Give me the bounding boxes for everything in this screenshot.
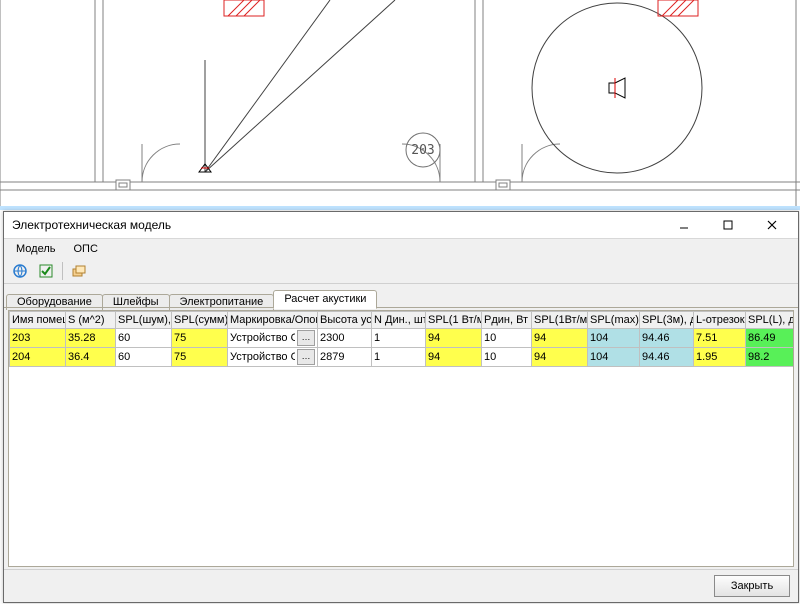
- titlebar: Электротехническая модель: [4, 212, 798, 239]
- cell[interactable]: Устройство ОПС …: [228, 329, 318, 348]
- cell[interactable]: 104: [588, 329, 640, 348]
- menu-model[interactable]: Модель: [8, 241, 63, 257]
- tab-power[interactable]: Электропитание: [169, 294, 275, 310]
- floor-plan-svg: 203: [0, 0, 800, 210]
- cell[interactable]: 204: [10, 348, 66, 367]
- table-header-row: Имя помещ S (м^2) SPL(шум), SPL(сумм), М…: [10, 312, 795, 329]
- tabstrip: Оборудование Шлейфы Электропитание Расче…: [4, 284, 798, 308]
- col-spl1[interactable]: SPL(1 Вт/м: [426, 312, 482, 329]
- col-marking[interactable]: Маркировка/Опов: [228, 312, 318, 329]
- toolbar: [4, 259, 798, 284]
- cell[interactable]: 10: [482, 348, 532, 367]
- minimize-button[interactable]: [662, 213, 706, 237]
- table-row[interactable]: 203 35.28 60 75 Устройство ОПС … 2300 1 …: [10, 329, 795, 348]
- col-ndyn[interactable]: N Дин., шт: [372, 312, 426, 329]
- menubar: Модель ОПС: [4, 239, 798, 259]
- cell[interactable]: 94: [532, 329, 588, 348]
- cell-text: Устройство ОПС: [230, 351, 295, 363]
- col-pdyn[interactable]: Pдин, Вт: [482, 312, 532, 329]
- cell[interactable]: Устройство ОПС …: [228, 348, 318, 367]
- cell[interactable]: 60: [116, 348, 172, 367]
- col-height[interactable]: Высота уст: [318, 312, 372, 329]
- cell[interactable]: 1: [372, 348, 426, 367]
- cell[interactable]: 94: [426, 329, 482, 348]
- cell-text: Устройство ОПС: [230, 332, 295, 344]
- table-row[interactable]: 204 36.4 60 75 Устройство ОПС … 2879 1 9…: [10, 348, 795, 367]
- cell[interactable]: 203: [10, 329, 66, 348]
- col-spl3[interactable]: SPL(3м), д: [640, 312, 694, 329]
- cell[interactable]: 104: [588, 348, 640, 367]
- col-splmax[interactable]: SPL(max),: [588, 312, 640, 329]
- floor-plan: 203: [0, 0, 800, 210]
- browse-button[interactable]: …: [297, 349, 315, 365]
- col-room[interactable]: Имя помещ: [10, 312, 66, 329]
- col-splnoise[interactable]: SPL(шум),: [116, 312, 172, 329]
- layers-icon[interactable]: [67, 260, 91, 282]
- cell[interactable]: 10: [482, 329, 532, 348]
- maximize-button[interactable]: [706, 213, 750, 237]
- cell[interactable]: 75: [172, 329, 228, 348]
- acoustics-table: Имя помещ S (м^2) SPL(шум), SPL(сумм), М…: [9, 311, 794, 367]
- dialog-button-row: Закрыть: [4, 569, 798, 602]
- tab-acoustics[interactable]: Расчет акустики: [273, 290, 377, 309]
- tab-equipment[interactable]: Оборудование: [6, 294, 103, 310]
- col-splsum[interactable]: SPL(сумм),: [172, 312, 228, 329]
- toolbar-separator: [62, 262, 63, 280]
- cell[interactable]: 94.46: [640, 348, 694, 367]
- col-lseg[interactable]: L-отрезок,: [694, 312, 746, 329]
- cell[interactable]: 75: [172, 348, 228, 367]
- col-splL[interactable]: SPL(L), дБ: [746, 312, 795, 329]
- browse-button[interactable]: …: [297, 330, 315, 346]
- electrotechnical-model-dialog: Электротехническая модель Модель ОПС: [3, 211, 799, 603]
- globe-icon[interactable]: [8, 260, 32, 282]
- cell[interactable]: 1: [372, 329, 426, 348]
- cell[interactable]: 98.2: [746, 348, 795, 367]
- loudspeaker-icon: [609, 78, 625, 98]
- cell[interactable]: 2879: [318, 348, 372, 367]
- cell[interactable]: 86.49: [746, 329, 795, 348]
- tab-loops[interactable]: Шлейфы: [102, 294, 170, 310]
- room-label-text: 203: [411, 143, 434, 158]
- cell[interactable]: 94.46: [640, 329, 694, 348]
- close-window-button[interactable]: [750, 213, 794, 237]
- col-spl1b[interactable]: SPL(1Вт/м,: [532, 312, 588, 329]
- cell[interactable]: 2300: [318, 329, 372, 348]
- cell[interactable]: 60: [116, 329, 172, 348]
- cell[interactable]: 35.28: [66, 329, 116, 348]
- cell[interactable]: 94: [532, 348, 588, 367]
- cell[interactable]: 7.51: [694, 329, 746, 348]
- acoustics-grid[interactable]: Имя помещ S (м^2) SPL(шум), SPL(сумм), М…: [8, 310, 794, 567]
- close-button[interactable]: Закрыть: [714, 575, 790, 597]
- cell[interactable]: 36.4: [66, 348, 116, 367]
- cell[interactable]: 1.95: [694, 348, 746, 367]
- cell[interactable]: 94: [426, 348, 482, 367]
- check-icon[interactable]: [34, 260, 58, 282]
- col-area[interactable]: S (м^2): [66, 312, 116, 329]
- menu-ops[interactable]: ОПС: [65, 241, 105, 257]
- window-title: Электротехническая модель: [12, 218, 662, 232]
